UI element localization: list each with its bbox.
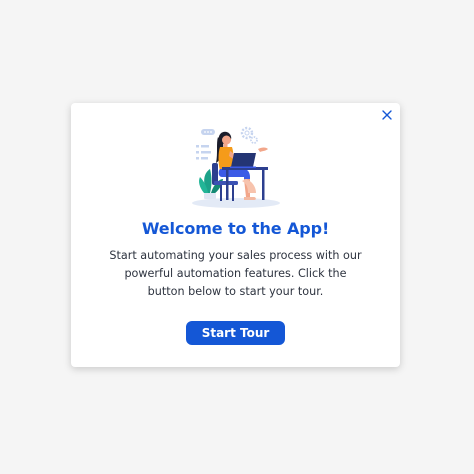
modal-title: Welcome to the App! — [141, 219, 330, 238]
close-icon — [382, 110, 392, 120]
start-tour-button[interactable]: Start Tour — [186, 321, 285, 345]
close-button[interactable] — [378, 106, 396, 124]
modal-description: Start automating your sales process with… — [109, 249, 362, 298]
welcome-modal: Welcome to the App! Start automating you… — [71, 103, 400, 367]
woman-laptop-illustration — [192, 126, 280, 208]
